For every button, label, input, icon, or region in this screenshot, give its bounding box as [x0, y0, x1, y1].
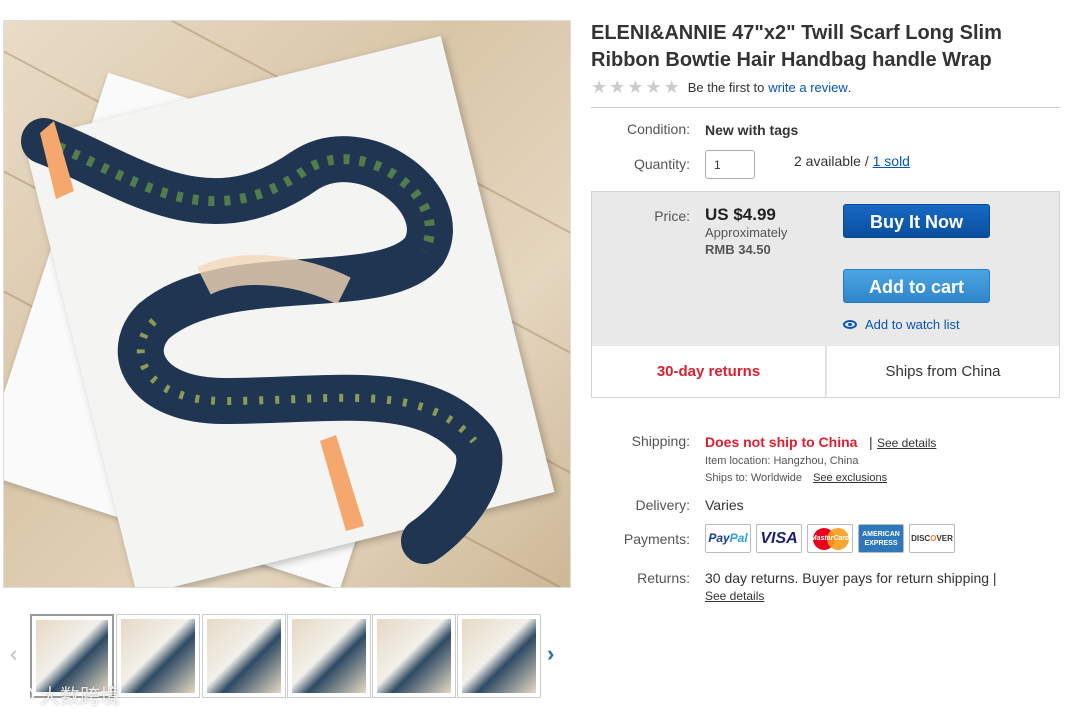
paypal-icon: PayPal	[705, 524, 751, 553]
shipping-label: Shipping:	[631, 433, 690, 449]
review-suffix: .	[847, 79, 852, 95]
sold-link[interactable]: 1 sold	[873, 153, 910, 169]
mastercard-icon: MasterCard	[807, 524, 853, 553]
see-exclusions-link[interactable]: See exclusions	[813, 472, 887, 484]
rating-stars: ★ ★ ★ ★ ★	[591, 78, 680, 96]
thumbnail-prev-button[interactable]: ‹	[10, 640, 17, 668]
watch-label: Add to watch list	[865, 317, 960, 332]
discover-icon: DISCOVER	[909, 524, 955, 553]
add-to-cart-button[interactable]: Add to cart	[843, 269, 990, 303]
visa-icon: VISA	[756, 524, 802, 553]
quantity-input[interactable]	[705, 150, 755, 179]
divider	[591, 107, 1060, 108]
product-title: ELENI&ANNIE 47"x2" Twill Scarf Long Slim…	[591, 22, 1002, 71]
star-empty-icon: ★	[663, 77, 680, 97]
thumbnail-image	[207, 619, 281, 693]
chevron-left-icon: ‹	[10, 641, 18, 666]
eye-icon	[843, 320, 857, 329]
rating-row: ★ ★ ★ ★ ★ Be the first to write a review…	[591, 78, 851, 96]
returns-label: Returns:	[637, 570, 690, 586]
condition-value: New with tags	[705, 122, 799, 138]
delivery-value: Varies	[705, 497, 744, 513]
discover-text-c: VER	[936, 534, 953, 543]
returns-badge: 30-day returns	[592, 346, 826, 397]
review-prompt: Be the first to	[687, 79, 765, 95]
item-location: Item location: Hangzhou, China	[705, 455, 859, 467]
watermark-logo-icon	[8, 685, 34, 704]
thumbnail-2[interactable]	[116, 614, 200, 698]
payments-label: Payments:	[623, 531, 690, 547]
ships-from: Ships from China	[827, 346, 1059, 397]
approx-label: Approximately	[705, 225, 788, 240]
star-empty-icon: ★	[627, 77, 644, 97]
thumbnail-4[interactable]	[287, 614, 371, 698]
chevron-right-icon: ›	[547, 641, 555, 666]
returns-text: 30 day returns. Buyer pays for return sh…	[705, 570, 997, 586]
returns-see-details-link[interactable]: See details	[705, 589, 764, 603]
add-to-watch-list-link[interactable]: Add to watch list	[843, 317, 960, 332]
thumbnail-5[interactable]	[372, 614, 456, 698]
amex-icon: AMERICAN EXPRESS	[858, 524, 904, 553]
ships-to-text: Ships to: Worldwide	[705, 472, 803, 484]
write-review-link[interactable]: write a review	[768, 80, 847, 95]
quantity-label: Quantity:	[633, 156, 690, 172]
mastercard-text: MasterCard	[810, 535, 850, 542]
shipping-see-details-link[interactable]: See details	[877, 436, 936, 450]
paypal-text-a: Pay	[708, 531, 730, 545]
condition-label: Condition:	[626, 121, 690, 137]
star-empty-icon: ★	[645, 77, 662, 97]
shipping-status: Does not ship to China	[705, 434, 858, 450]
ships-to: Ships to: Worldwide See exclusions	[705, 472, 887, 484]
thumbnail-6[interactable]	[457, 614, 541, 698]
watermark-text: 大数跨境	[40, 686, 120, 708]
thumbnail-image	[462, 619, 536, 693]
available-text: 2 available /	[794, 153, 869, 169]
star-empty-icon: ★	[591, 77, 608, 97]
price-value: US $4.99	[705, 205, 776, 224]
paypal-text-b: Pal	[729, 531, 748, 545]
availability: 2 available / 1 sold	[794, 153, 910, 169]
converted-price: RMB 34.50	[705, 242, 771, 257]
price-label: Price:	[654, 208, 690, 224]
watermark: 大数跨境	[8, 680, 120, 709]
thumbnail-image	[121, 619, 195, 693]
buy-it-now-button[interactable]: Buy It Now	[843, 204, 990, 238]
star-empty-icon: ★	[609, 77, 626, 97]
amex-line2: EXPRESS	[864, 540, 898, 547]
separator: |	[869, 434, 873, 450]
scarf-illustration	[21, 118, 503, 564]
main-product-image[interactable]	[3, 20, 571, 588]
thumbnail-image	[377, 619, 451, 693]
thumbnail-next-button[interactable]: ›	[547, 640, 554, 668]
delivery-label: Delivery:	[635, 497, 690, 513]
thumbnail-3[interactable]	[202, 614, 286, 698]
discover-text-a: DISC	[911, 534, 931, 543]
amex-line1: AMERICAN	[862, 531, 900, 538]
thumbnail-image	[292, 619, 366, 693]
